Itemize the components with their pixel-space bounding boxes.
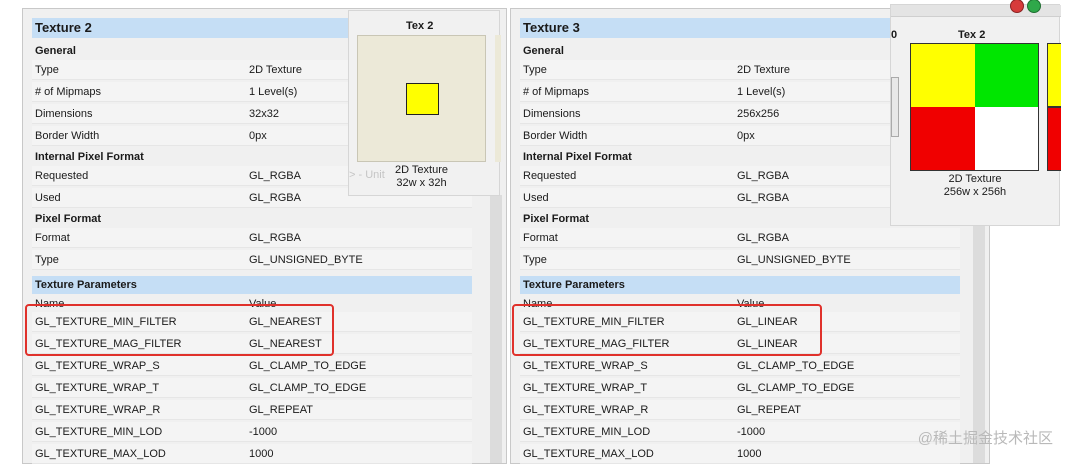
table-row: GL_TEXTURE_WRAP_S GL_CLAMP_TO_EDGE — [32, 356, 472, 376]
table-row: GL_TEXTURE_MAX_LOD 1000 — [520, 444, 960, 464]
scrollbar-track[interactable] — [973, 195, 985, 463]
yellow-texel — [406, 83, 439, 115]
section-pixel-format: Pixel Format — [35, 213, 102, 225]
table-row: GL_TEXTURE_WRAP_S GL_CLAMP_TO_EDGE — [520, 356, 960, 376]
red-quadrant — [911, 107, 975, 170]
section-texture-parameters: Texture Parameters — [32, 276, 472, 294]
table-row: GL_TEXTURE_WRAP_R GL_REPEAT — [520, 400, 960, 420]
table-row: Format GL_RGBA — [520, 228, 960, 248]
green-quadrant — [975, 44, 1038, 107]
edge-digit: 0 — [891, 29, 898, 41]
highlight-box-linear — [512, 304, 822, 356]
table-row: GL_TEXTURE_MIN_LOD -1000 — [32, 422, 472, 442]
table-row: Format GL_RGBA — [32, 228, 472, 248]
highlight-box-nearest — [25, 304, 334, 356]
watermark-text: @稀土掘金技术社区 — [917, 430, 1053, 447]
preview-title: Tex 2 — [406, 20, 434, 32]
preview-size: 256w x 256h — [943, 186, 1007, 198]
table-row: GL_TEXTURE_MAX_LOD 1000 — [32, 444, 472, 464]
preview-type: 2D Texture — [395, 164, 448, 176]
preview-size: 32w x 32h — [396, 177, 447, 189]
preview-title: Tex 2 — [958, 29, 986, 41]
table-row: GL_TEXTURE_WRAP_R GL_REPEAT — [32, 400, 472, 420]
table-row: Type GL_UNSIGNED_BYTE — [520, 250, 960, 270]
preview-type: 2D Texture — [948, 173, 1002, 185]
table-row: GL_TEXTURE_WRAP_T GL_CLAMP_TO_EDGE — [32, 378, 472, 398]
texture-thumbnail — [357, 35, 486, 162]
white-quadrant — [975, 107, 1038, 170]
section-texture-parameters: Texture Parameters — [520, 276, 960, 294]
table-row: Type GL_UNSIGNED_BYTE — [32, 250, 472, 270]
table-row: GL_TEXTURE_WRAP_T GL_CLAMP_TO_EDGE — [520, 378, 960, 398]
texture-preview-tex2[interactable]: Tex 2 > - Unit 2D Texture 32w x 32h — [348, 10, 501, 196]
scrollbar-track[interactable] — [490, 195, 502, 463]
texture-preview-tex3[interactable]: 0 Tex 2 2D Texture 256w x 256h — [890, 0, 1061, 226]
yellow-quadrant — [911, 44, 975, 107]
table-row: GL_TEXTURE_MIN_LOD -1000 — [520, 422, 960, 442]
texture-thumbnail — [910, 43, 1039, 171]
